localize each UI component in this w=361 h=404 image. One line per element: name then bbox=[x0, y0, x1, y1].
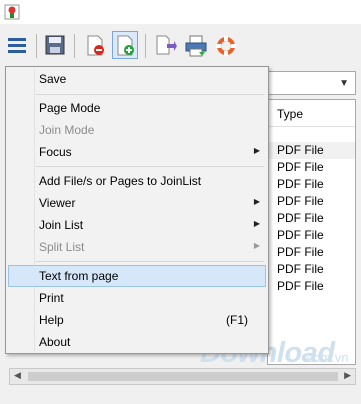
menu-item-split-list: Split List ▶ bbox=[39, 240, 260, 254]
horizontal-scrollbar[interactable]: ◀ ▶ bbox=[9, 368, 356, 385]
list-item[interactable]: PDF File bbox=[268, 210, 355, 227]
menu-item-focus[interactable]: Focus ▶ bbox=[8, 141, 266, 163]
print-icon bbox=[185, 35, 207, 57]
menu-item-join-mode: Join Mode bbox=[39, 123, 95, 137]
menu-item-viewer[interactable]: Viewer ▶ bbox=[8, 192, 266, 214]
remove-page-button[interactable] bbox=[82, 31, 108, 59]
viewer-dropdown[interactable]: ▼ bbox=[267, 71, 356, 95]
column-header-type: Type bbox=[277, 107, 304, 121]
list-item[interactable]: PDF File bbox=[268, 244, 355, 261]
list-item[interactable]: PDF File bbox=[268, 159, 355, 176]
toolbar bbox=[0, 26, 361, 66]
hamburger-menu-button[interactable] bbox=[4, 31, 30, 59]
menu-item-about[interactable]: About bbox=[8, 331, 266, 353]
menu-separator bbox=[36, 261, 264, 262]
title-bar bbox=[0, 0, 361, 24]
help-lifebuoy-icon bbox=[216, 36, 236, 56]
main-menu: Save Page Mode Join Mode Focus ▶ Add Fil… bbox=[5, 66, 269, 354]
scroll-left-icon[interactable]: ◀ bbox=[14, 370, 21, 381]
list-item[interactable]: PDF File bbox=[268, 193, 355, 210]
menu-item-print[interactable]: Print bbox=[8, 287, 266, 309]
menu-item-add-files[interactable]: Add File/s or Pages to JoinList bbox=[8, 170, 266, 192]
menu-item-save[interactable]: Save bbox=[8, 68, 266, 90]
save-icon bbox=[45, 35, 65, 55]
list-item[interactable]: PDF File bbox=[268, 261, 355, 278]
menu-item-text-from-page[interactable]: Text from page bbox=[8, 265, 266, 287]
menu-item-page-mode[interactable]: Page Mode bbox=[8, 97, 266, 119]
menu-item-help[interactable]: Help (F1) bbox=[8, 309, 266, 331]
watermark-suffix: .com.vn bbox=[303, 350, 349, 365]
app-logo-icon bbox=[4, 4, 20, 20]
menu-separator bbox=[36, 166, 264, 167]
list-item[interactable]: PDF File bbox=[268, 142, 355, 159]
save-button[interactable] bbox=[42, 31, 68, 59]
export-page-icon bbox=[156, 35, 177, 55]
list-item[interactable]: PDF File bbox=[268, 278, 355, 295]
toolbar-separator bbox=[36, 34, 37, 58]
file-list[interactable]: Type PDF File PDF File PDF File PDF File… bbox=[267, 99, 356, 365]
toolbar-separator bbox=[145, 34, 146, 58]
add-page-icon bbox=[117, 35, 134, 56]
status-bar bbox=[0, 388, 361, 404]
list-item[interactable]: PDF File bbox=[268, 227, 355, 244]
scroll-right-icon[interactable]: ▶ bbox=[344, 370, 351, 381]
list-item[interactable]: PDF File bbox=[268, 176, 355, 193]
submenu-arrow-icon: ▶ bbox=[253, 219, 260, 228]
submenu-arrow-icon: ▶ bbox=[253, 241, 260, 250]
scrollbar-thumb[interactable] bbox=[28, 372, 338, 381]
export-page-button[interactable] bbox=[152, 31, 178, 59]
menu-separator bbox=[36, 94, 264, 95]
chevron-down-icon: ▼ bbox=[339, 78, 349, 89]
list-header[interactable]: Type bbox=[268, 100, 355, 127]
submenu-arrow-icon: ▶ bbox=[253, 146, 260, 155]
help-button[interactable] bbox=[212, 31, 238, 59]
menu-item-join-list[interactable]: Join List ▶ bbox=[8, 214, 266, 236]
menu-shortcut: (F1) bbox=[226, 313, 248, 327]
submenu-arrow-icon: ▶ bbox=[253, 197, 260, 206]
remove-page-icon bbox=[87, 35, 104, 56]
print-button[interactable] bbox=[182, 31, 208, 59]
toolbar-separator bbox=[74, 34, 75, 58]
add-page-button[interactable] bbox=[112, 31, 138, 59]
hamburger-menu-icon bbox=[8, 38, 26, 53]
